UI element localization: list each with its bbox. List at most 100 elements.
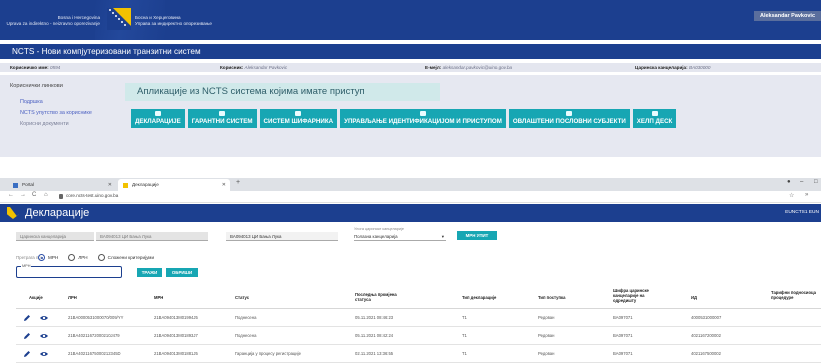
- radio-lrn[interactable]: ЛРН: [68, 254, 88, 261]
- cell-office: BA097071: [613, 333, 633, 338]
- extensions-icon[interactable]: »: [805, 192, 808, 198]
- col-declaration-type[interactable]: Тип декларације: [462, 295, 496, 300]
- radio-complex-criteria[interactable]: Сложени критеријуми: [97, 254, 155, 261]
- cell-id: 4021167500002: [691, 351, 721, 356]
- office-info: Царинска канцеларија: BA030000: [635, 63, 710, 72]
- col-status[interactable]: Статус: [235, 295, 249, 300]
- office-type-field[interactable]: Царинска канцеларија: [16, 232, 94, 241]
- url-field[interactable]: core.ncts-test.uino.gov.ba: [66, 193, 118, 198]
- user-menu[interactable]: Aleksandar Pavkovic: [754, 11, 821, 21]
- col-actions: Акције: [29, 295, 43, 300]
- office-value-field[interactable]: BA094013 ЦИ Бања Лука: [96, 232, 208, 241]
- link-user-guide[interactable]: NCTS упутство за кориснике: [10, 110, 115, 116]
- cell-lrn: 21BA40211675000212345D: [68, 351, 121, 356]
- view-eye-icon[interactable]: [40, 333, 48, 339]
- radio-lrn-label: ЛРН: [78, 255, 88, 260]
- mrn-search-label: МРН: [21, 264, 32, 268]
- edit-pencil-icon[interactable]: [23, 314, 31, 322]
- entities-icon: [566, 111, 573, 116]
- col-holder-line2: процедуре: [771, 295, 794, 300]
- col-lrn[interactable]: ЛРН: [68, 295, 77, 300]
- table-row[interactable]: 21BA40211675000212345D 21BA094013M01881J…: [16, 345, 821, 363]
- col-mrn[interactable]: МРН: [154, 295, 163, 300]
- link-support[interactable]: Подршка: [10, 99, 115, 105]
- back-icon[interactable]: ←: [8, 192, 14, 198]
- chevron-down-icon: ▾: [441, 234, 444, 239]
- portal-body: Кориснички линкови Подршка NCTS упутство…: [0, 75, 821, 157]
- cell-decl-type: T1: [462, 351, 467, 356]
- apps-heading: Апликације из NCTS система којима имате …: [125, 83, 440, 101]
- link-documents[interactable]: Корисни документи: [10, 121, 115, 127]
- email-label: Е-мејл:: [425, 65, 442, 70]
- view-eye-icon[interactable]: [40, 351, 48, 357]
- office-role-value: Полазна канцеларија: [354, 234, 398, 239]
- minimize-icon[interactable]: –: [800, 179, 803, 185]
- edit-pencil-icon[interactable]: [23, 350, 31, 358]
- username-label: Корисничко име:: [10, 65, 49, 70]
- tile-codelist-system[interactable]: СИСТЕМ ШИФАРНИКА: [259, 109, 338, 128]
- address-bar: ← → C ⌂ core.ncts-test.uino.gov.ba ☆ »: [0, 191, 821, 203]
- close-tab-icon[interactable]: ✕: [108, 179, 112, 191]
- org-name-latin: Bosna i Hercegovina Uprava za indirektno…: [0, 15, 100, 27]
- radio-unselected-icon: [68, 254, 76, 261]
- cell-status: Поднесена: [235, 333, 257, 338]
- edit-pencil-icon[interactable]: [23, 332, 31, 340]
- radio-complex-label: Сложени критеријуми: [107, 255, 155, 260]
- bih-flag-icon: [107, 8, 131, 30]
- cell-proc-type: Редован: [538, 315, 555, 320]
- org-name-cyrillic: Босна и Херцеговина Управа за индиректно…: [135, 15, 275, 27]
- page-title: Декларације: [25, 207, 90, 219]
- office-role-select[interactable]: Полазна канцеларија ▾: [354, 232, 446, 241]
- close-tab-icon[interactable]: ✕: [222, 179, 226, 191]
- username-info: Корисничко име: 0594: [10, 63, 60, 72]
- profile-icon[interactable]: ●: [787, 179, 791, 185]
- forward-icon[interactable]: →: [20, 192, 26, 198]
- cell-id: 4021167200002: [691, 333, 721, 338]
- cell-mrn: 21BA094013M01881J5: [154, 351, 198, 356]
- tile-guarantee-label: ГАРАНТНИ СИСТЕМ: [191, 118, 253, 125]
- helpdesk-icon: [651, 111, 658, 116]
- tile-declarations[interactable]: ДЕКЛАРАЦИЈЕ: [131, 109, 185, 128]
- username-value: 0594: [49, 65, 61, 70]
- user-value: Aleksandar Pavkovic: [244, 65, 288, 70]
- cell-lrn: 21BA0000531000070/009/YY: [68, 315, 124, 320]
- col-destination-office[interactable]: Шифра царинске канцеларије на одредишту: [613, 288, 649, 303]
- tile-guarantee-system[interactable]: ГАРАНТНИ СИСТЕМ: [187, 109, 257, 128]
- col-last-change-line2: статуса: [355, 297, 371, 302]
- tab-declarations[interactable]: Декларације ✕: [118, 179, 230, 191]
- cell-status: Поднесена: [235, 315, 257, 320]
- col-last-change[interactable]: Последња промјена статуса: [355, 292, 397, 302]
- mrn-query-button[interactable]: МРН УПИТ: [457, 231, 497, 240]
- reload-icon[interactable]: C: [32, 192, 36, 198]
- col-id[interactable]: ИД: [691, 295, 697, 300]
- org-name-cyrillic-line2: Управа за индиректно опорезивање: [135, 21, 212, 26]
- home-icon[interactable]: ⌂: [44, 192, 48, 198]
- browser-tab-strip: Portal ✕ Декларације ✕: [0, 178, 821, 191]
- table-row[interactable]: 21BA40211672000210J479 21BA094013M01893J…: [16, 327, 821, 345]
- table-row[interactable]: 21BA0000531000070/009/YY 21BA094013M0199…: [16, 309, 821, 327]
- tile-authorized-entities[interactable]: ОВЛАШТЕНИ ПОСЛОВНИ СУБЈЕКТИ: [508, 109, 630, 128]
- cell-mrn: 21BA094013M01893J7: [154, 333, 198, 338]
- search-button[interactable]: ТРАЖИ: [137, 268, 162, 277]
- office-code-field[interactable]: BA094013 ЦИ Бања Лука: [226, 232, 338, 241]
- radio-mrn[interactable]: МРН: [38, 254, 58, 261]
- cell-changed: 02.11.2021 13:36:55: [355, 351, 394, 356]
- tile-help-desk[interactable]: ХЕЛП ДЕСК: [632, 109, 677, 128]
- search-mode-radios: МРН ЛРН Сложени критеријуми: [38, 254, 154, 261]
- view-eye-icon[interactable]: [40, 315, 48, 321]
- mrn-search-input[interactable]: МРН: [16, 264, 122, 278]
- new-tab-icon[interactable]: +: [236, 179, 240, 186]
- col-holder[interactable]: Тарифни подносиоца процедуре: [771, 290, 816, 300]
- tile-identity-access[interactable]: УПРАВЉАЊЕ ИДЕНТИФИКАЦИЈОМ И ПРИСТУПОМ: [340, 109, 506, 128]
- bookmark-star-icon[interactable]: ☆: [789, 192, 794, 199]
- cell-proc-type: Редован: [538, 333, 555, 338]
- col-procedure-type[interactable]: Тип поступка: [538, 295, 565, 300]
- office-role-label: Улога царинске канцеларије: [354, 227, 404, 231]
- clear-button[interactable]: ОБРИШИ: [166, 268, 198, 277]
- tab-portal[interactable]: Portal ✕: [8, 179, 116, 191]
- maximize-icon[interactable]: □: [814, 179, 818, 185]
- user-links-title: Кориснички линкови: [10, 83, 63, 89]
- declarations-icon: [154, 111, 161, 116]
- identity-icon: [419, 111, 426, 116]
- tile-identity-label: УПРАВЉАЊЕ ИДЕНТИФИКАЦИЈОМ И ПРИСТУПОМ: [344, 118, 502, 125]
